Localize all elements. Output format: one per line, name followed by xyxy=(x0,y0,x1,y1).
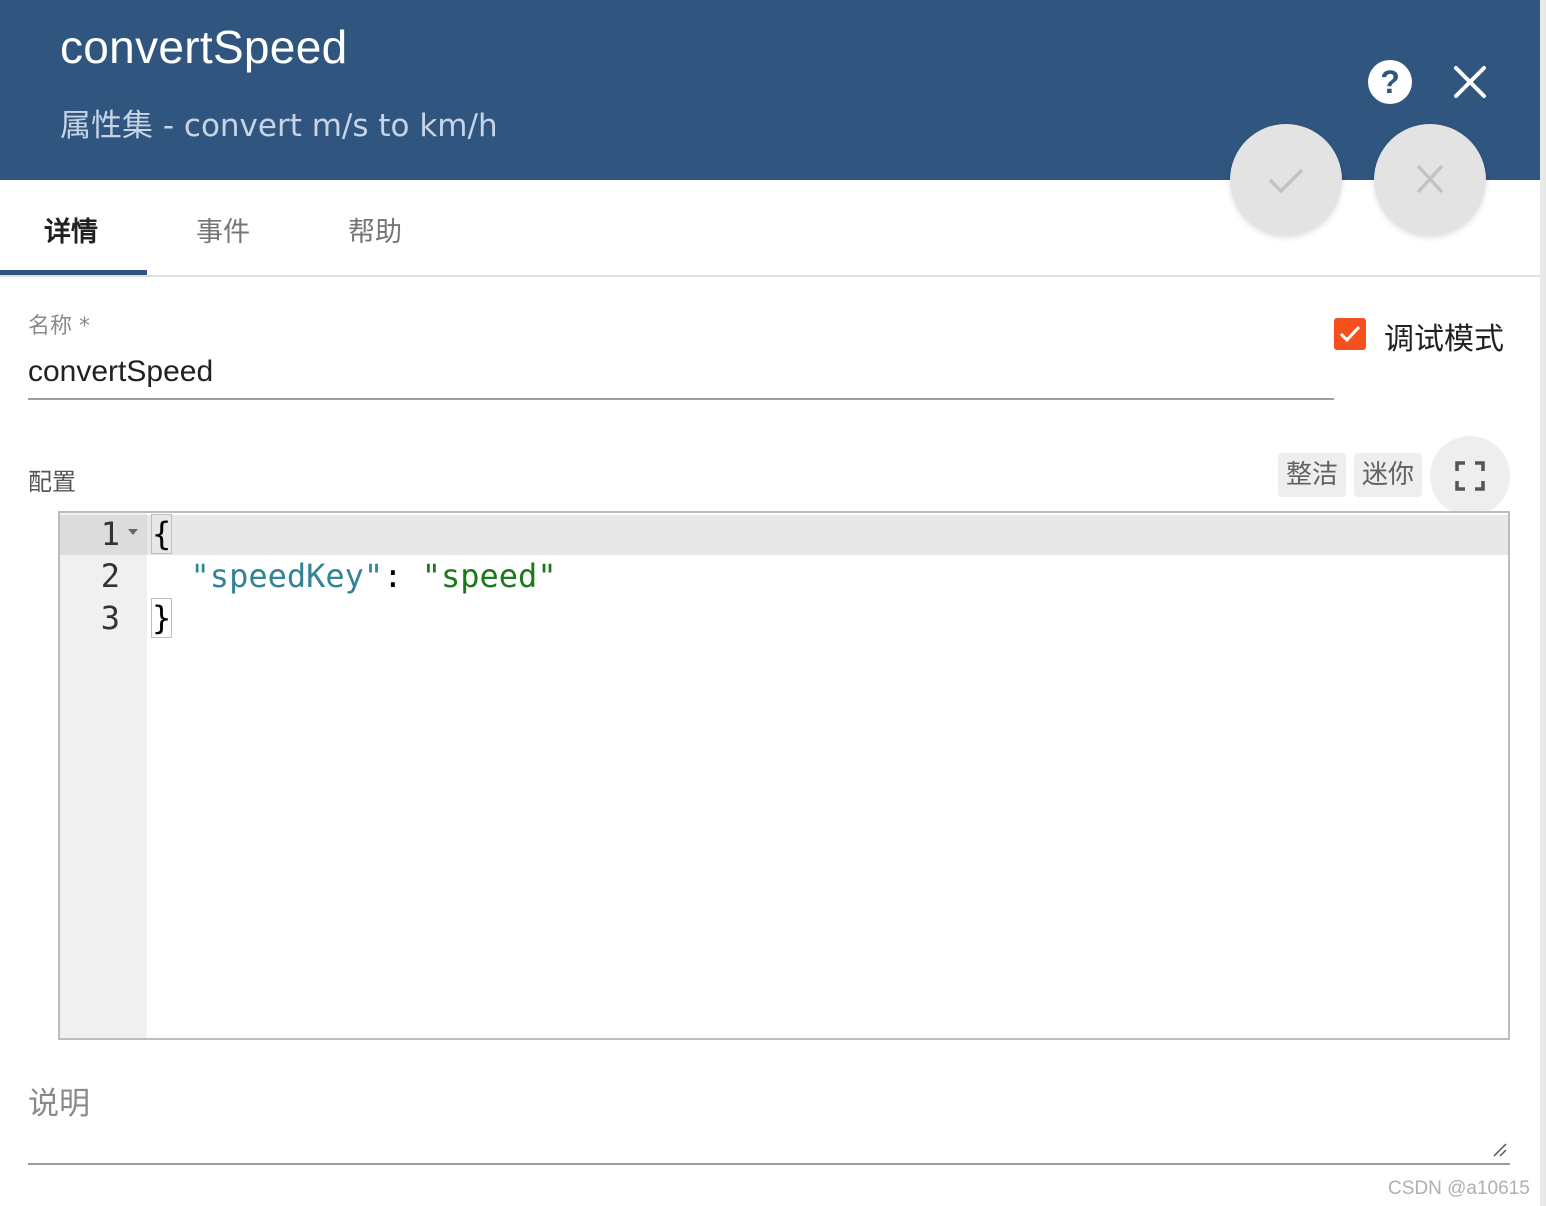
tab-bar: 详情 事件 帮助 xyxy=(0,180,1540,277)
name-input[interactable] xyxy=(28,346,1334,400)
debug-mode-checkbox[interactable] xyxy=(1334,318,1366,350)
dialog-title: convertSpeed xyxy=(60,21,348,73)
resize-grip-icon[interactable] xyxy=(1492,1142,1508,1158)
scrollbar-track[interactable] xyxy=(1540,0,1546,1206)
tidy-button[interactable]: 整洁 xyxy=(1278,453,1346,497)
fullscreen-icon xyxy=(1455,461,1485,491)
active-tab-indicator xyxy=(0,270,147,275)
code-line-2: "speedKey": "speed" xyxy=(152,557,557,595)
config-label: 配置 xyxy=(28,468,76,496)
json-code-editor[interactable]: 1 2 3 { "speedKey": "speed" } xyxy=(58,511,1510,1040)
help-circle-icon[interactable]: ? xyxy=(1368,60,1412,104)
line-number: 3 xyxy=(100,599,120,637)
close-brace: } xyxy=(150,598,173,638)
name-label: 名称 * xyxy=(28,314,90,339)
code-line-1: { xyxy=(150,514,173,554)
tab-details[interactable]: 详情 xyxy=(44,210,98,249)
fold-arrow-icon[interactable] xyxy=(128,529,138,535)
close-icon[interactable] xyxy=(1446,58,1494,106)
line-number: 1 xyxy=(100,515,120,553)
json-value: "speed" xyxy=(421,557,557,595)
tab-events[interactable]: 事件 xyxy=(196,210,250,249)
open-brace: { xyxy=(150,514,173,554)
minify-button[interactable]: 迷你 xyxy=(1354,453,1422,497)
watermark: CSDN @a10615 xyxy=(1388,1178,1530,1199)
rule-node-dialog: convertSpeed 属性集 - convert m/s to km/h ?… xyxy=(0,0,1546,1206)
line-number: 2 xyxy=(100,557,120,595)
active-line-highlight xyxy=(60,515,1508,555)
json-key: "speedKey" xyxy=(190,557,384,595)
description-textarea-underline[interactable] xyxy=(28,1163,1510,1165)
description-label: 说明 xyxy=(28,1086,90,1122)
debug-mode-label[interactable]: 调试模式 xyxy=(1384,314,1504,358)
fullscreen-button[interactable] xyxy=(1430,436,1510,516)
json-colon: : xyxy=(383,557,422,595)
tab-help[interactable]: 帮助 xyxy=(348,210,402,249)
dialog-subtitle: 属性集 - convert m/s to km/h xyxy=(60,108,498,144)
check-icon xyxy=(1339,325,1361,343)
code-line-3: } xyxy=(150,598,173,638)
